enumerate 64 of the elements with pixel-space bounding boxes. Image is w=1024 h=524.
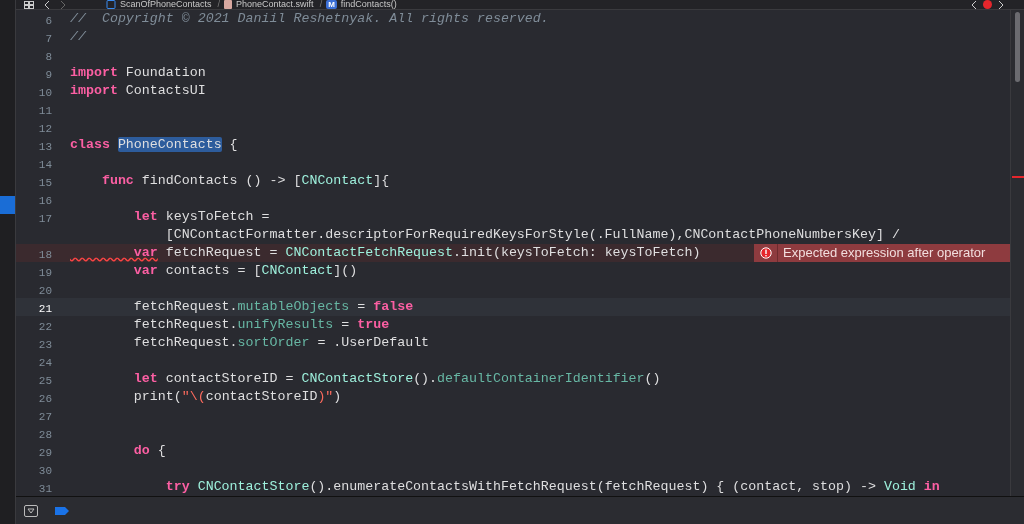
next-issue-icon[interactable] — [998, 0, 1004, 9]
error-marker — [1011, 176, 1024, 178]
code-line: func findContacts () -> [CNContact]{ — [100, 172, 390, 190]
line-number: 16 — [38, 195, 52, 207]
line-number: 11 — [38, 105, 52, 117]
line-number: 30 — [38, 465, 52, 477]
line-number: 24 — [38, 357, 52, 369]
previous-issue-icon[interactable] — [971, 0, 977, 9]
filter-icon[interactable] — [24, 504, 38, 517]
line-number: 8 — [45, 51, 52, 63]
line-number: 19 — [38, 267, 52, 279]
line-number: 20 — [38, 285, 52, 297]
error-icon — [759, 247, 772, 259]
line-number: 18 — [38, 249, 52, 261]
code-line: // — [70, 28, 86, 46]
line-number: 9 — [45, 69, 52, 81]
scrollbar[interactable] — [1010, 10, 1024, 496]
code-line: try CNContactStore().enumerateContactsWithFetchRequest(fetchRequest) { (contact, stop) -> Void in — [164, 478, 940, 496]
breadcrumb-item[interactable]: findContacts() — [340, 0, 397, 9]
line-number: 23 — [38, 339, 52, 351]
line-number: 21 — [38, 303, 52, 315]
line-number: 7 — [45, 33, 52, 45]
line-number: 12 — [38, 123, 52, 135]
line-number: 25 — [38, 375, 52, 387]
line-number: 22 — [38, 321, 52, 333]
breadcrumb-item[interactable]: ScanOfPhoneContacts — [120, 0, 212, 9]
path-separator: / — [319, 0, 323, 9]
line-number: 15 — [38, 177, 52, 189]
code-line: class PhoneContacts { — [70, 136, 238, 154]
breakpoint-icon[interactable] — [54, 505, 70, 516]
code-line: fetchRequest.unifyResults = true — [132, 316, 390, 334]
forward-icon[interactable] — [60, 0, 66, 9]
line-number: 27 — [38, 411, 52, 423]
code-line: let contactStoreID = CNContactStore().defaultContainerIdentifier() — [132, 370, 661, 388]
line-number: 10 — [38, 87, 52, 99]
line-number: 31 — [38, 483, 52, 495]
scroll-thumb[interactable] — [1015, 12, 1020, 82]
code-line: do { — [132, 442, 166, 460]
error-icon[interactable] — [983, 0, 992, 9]
line-number: 28 — [38, 429, 52, 441]
error-message: Expected expression after operator — [783, 244, 986, 263]
line-number: 26 — [38, 393, 52, 405]
code-line: [CNContactFormatter.descriptorForRequiredKeysForStyle(.FullName),CNContactPhoneNumbersKey] / — [164, 226, 900, 244]
line-number: 14 — [38, 159, 52, 171]
code-line: // Copyright © 2021 Daniil Reshetnyak. All rights reserved. — [70, 10, 549, 28]
line-number: 13 — [38, 141, 52, 153]
code-line: var fetchRequest = CNContactFetchRequest.init(keysToFetch: keysToFetch) — [132, 244, 701, 262]
grid-icon[interactable] — [24, 0, 34, 9]
path-separator: / — [217, 0, 221, 9]
breadcrumb-item[interactable]: PhoneContact.swift — [236, 0, 314, 9]
line-number: 6 — [45, 15, 52, 27]
selection-marker — [0, 196, 15, 214]
line-number: 29 — [38, 447, 52, 459]
code-line: var contacts = [CNContact]() — [132, 262, 358, 280]
back-icon[interactable] — [44, 0, 50, 9]
code-line: import Foundation — [70, 64, 206, 82]
code-line: fetchRequest.mutableObjects = false — [132, 298, 414, 316]
code-line: import ContactsUI — [70, 82, 206, 100]
code-line: let keysToFetch = — [132, 208, 270, 226]
file-icon — [224, 0, 233, 9]
method-symbol-icon: M — [326, 0, 337, 9]
code-line: print("\(contactStoreID)") — [132, 388, 342, 406]
line-number: 17 — [38, 213, 52, 225]
code-line: fetchRequest.sortOrder = .UserDefault — [132, 334, 430, 352]
